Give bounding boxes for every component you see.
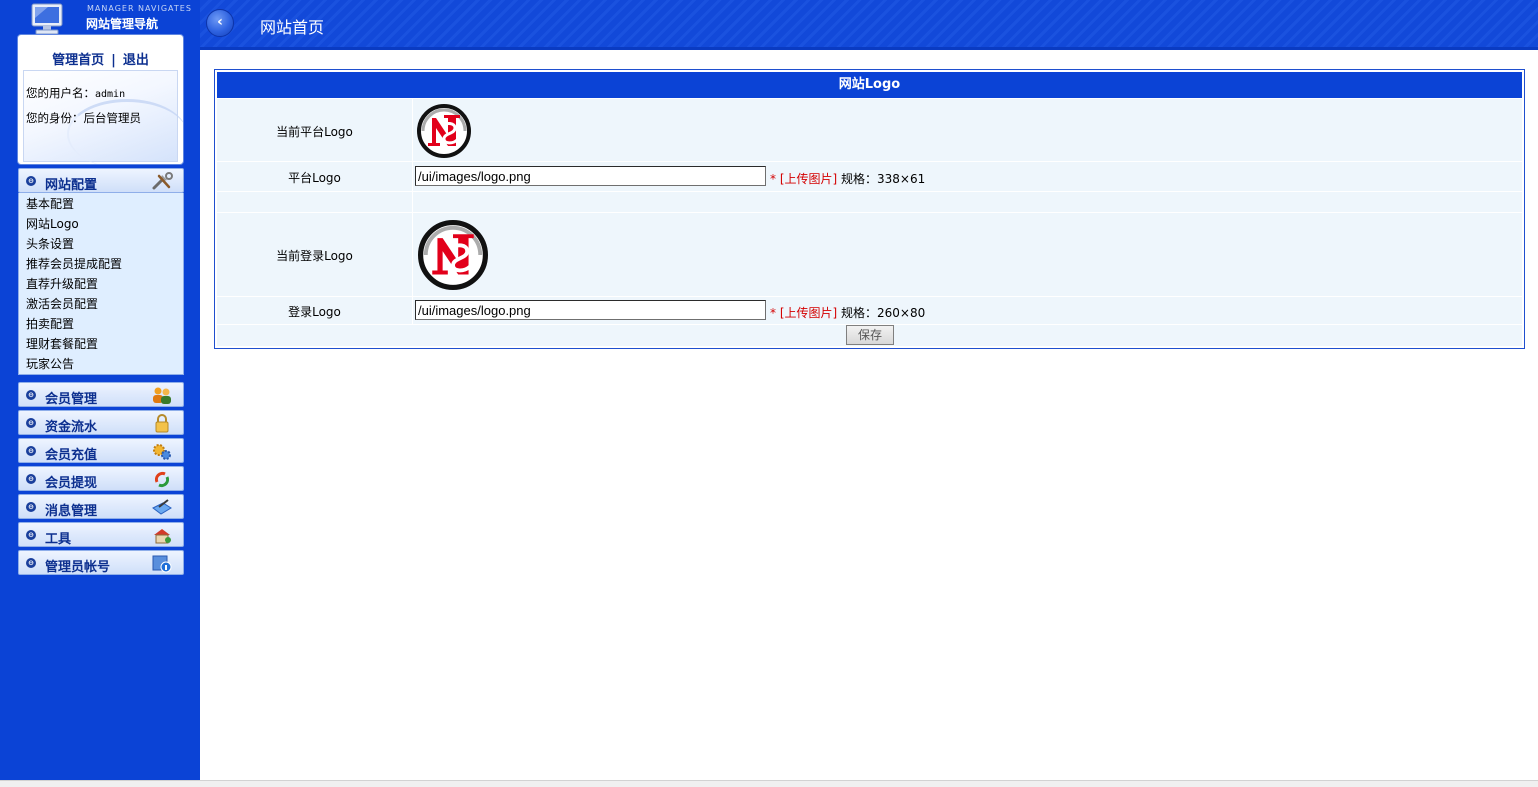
menu-group-tools[interactable]: ⊖ 工具 [18,522,184,547]
expand-bullet-icon: ⊖ [26,530,36,540]
column-divider [412,213,413,296]
save-button[interactable]: 保存 [846,325,894,345]
column-divider [412,162,413,191]
login-logo-upload-area: * [上传图片] 规格：260×80 [770,304,925,321]
menu-group-admin-accounts[interactable]: ⊖ 管理员帐号 [18,550,184,575]
platform-logo-label: 平台Logo [288,171,341,185]
menu-group-label: 管理员帐号 [45,560,111,575]
back-button[interactable]: ‹ [206,9,234,37]
admin-info-icon [152,555,172,573]
panel-title: 网站Logo [217,72,1522,98]
menu-group-label: 资金流水 [45,420,98,435]
logo-settings-panel: 网站Logo 当前平台Logo 平台Logo * [上传图片] 规格：338×6… [214,69,1525,349]
menu-group-fund-flow[interactable]: ⊖ 资金流水 [18,410,184,435]
menu-group-label: 会员提现 [45,476,98,491]
current-login-logo-label: 当前登录Logo [276,249,353,263]
platform-logo-path-input[interactable] [415,166,766,186]
brand-header: MANAGER NAVIGATES 网站管理导航 [0,0,200,36]
menu-group-label: 网站配置 [45,178,98,193]
menu-group-label: 会员充值 [45,448,98,463]
username-value: admin [95,89,126,100]
username-label: 您的用户名： [26,86,95,100]
submenu-item-site-logo[interactable]: 网站Logo [26,215,79,232]
row-login-logo: 登录Logo * [上传图片] 规格：260×80 [217,296,1522,324]
login-logo-path-input[interactable] [415,300,766,320]
expand-bullet-icon: ⊖ [26,390,36,400]
login-logo-image [418,220,488,290]
row-current-login-logo: 当前登录Logo [217,212,1522,296]
refresh-icon [154,471,170,488]
required-star: * [770,306,776,320]
menu-group-label: 会员管理 [45,392,98,407]
row-platform-logo: 平台Logo * [上传图片] 规格：338×61 [217,161,1522,191]
menu-group-label: 工具 [45,532,72,547]
menu-group-label: 消息管理 [45,504,98,519]
menu-group-message-management[interactable]: ⊖ 消息管理 [18,494,184,519]
platform-logo-spec: 规格：338×61 [837,172,926,186]
gears-icon [153,444,171,460]
login-logo-label: 登录Logo [288,305,341,319]
computer-icon [31,3,63,35]
sidebar: MANAGER NAVIGATES 网站管理导航 管理首页 | 退出 您的用户名：a… [0,0,200,780]
admin-home-link[interactable]: 管理首页 [52,53,104,68]
users-icon [153,387,171,404]
brand-subtitle: MANAGER NAVIGATES [87,4,192,13]
submenu-item-finance-package[interactable]: 理财套餐配置 [26,335,98,352]
toolbox-icon [154,529,171,544]
message-icon [152,499,172,515]
submenu-item-player-notice[interactable]: 玩家公告 [26,355,74,372]
decorative-swoosh [67,99,183,164]
link-separator: | [111,53,116,68]
expand-bullet-icon: ⊖ [26,558,36,568]
expand-bullet-icon: ⊖ [26,418,36,428]
submenu-item-referral-commission[interactable]: 推荐会员提成配置 [26,255,122,272]
top-header: ‹ 网站首页 [200,0,1538,50]
expand-bullet-icon: ⊖ [26,176,36,186]
status-bar [0,780,1538,787]
brand-title: 网站管理导航 [86,17,159,31]
user-links: 管理首页 | 退出 [18,49,183,68]
user-info-box: 您的用户名：admin 您的身份：后台管理员 [23,70,183,164]
column-divider [412,99,413,161]
column-divider [412,192,413,212]
column-divider [412,297,413,324]
expand-bullet-icon: ⊖ [26,446,36,456]
current-platform-logo-label: 当前平台Logo [276,125,353,139]
submenu-item-direct-upgrade[interactable]: 直荐升级配置 [26,275,98,292]
row-current-platform-logo: 当前平台Logo [217,98,1522,161]
menu-group-site-config[interactable]: ⊖ 网站配置 [18,168,184,193]
username-row: 您的用户名：admin [26,85,125,101]
role-value: 后台管理员 [83,111,142,125]
submenu-item-headline-settings[interactable]: 头条设置 [26,235,74,252]
platform-logo-image [417,104,471,158]
login-logo-spec: 规格：260×80 [837,306,926,320]
submenu-item-basic-config[interactable]: 基本配置 [26,195,74,212]
submenu-item-auction-config[interactable]: 拍卖配置 [26,315,74,332]
platform-logo-upload-link[interactable]: [上传图片] [780,172,837,186]
expand-bullet-icon: ⊖ [26,474,36,484]
page-title: 网站首页 [260,18,325,37]
site-config-submenu: 基本配置 网站Logo 头条设置 推荐会员提成配置 直荐升级配置 激活会员配置 … [18,193,184,375]
menu-group-member-withdraw[interactable]: ⊖ 会员提现 [18,466,184,491]
user-panel: 管理首页 | 退出 您的用户名：admin 您的身份：后台管理员 [17,34,184,165]
back-arrow-icon: ‹ [217,14,223,30]
logout-link[interactable]: 退出 [123,53,149,68]
expand-bullet-icon: ⊖ [26,502,36,512]
menu-group-member-recharge[interactable]: ⊖ 会员充值 [18,438,184,463]
lock-icon [155,414,169,433]
required-star: * [770,172,776,186]
role-row: 您的身份：后台管理员 [26,110,141,126]
row-spacer [217,191,1522,212]
platform-logo-upload-area: * [上传图片] 规格：338×61 [770,170,925,187]
tools-icon [152,172,173,190]
menu-group-member-management[interactable]: ⊖ 会员管理 [18,382,184,407]
submenu-item-activate-member[interactable]: 激活会员配置 [26,295,98,312]
role-label: 您的身份： [26,111,84,125]
login-logo-upload-link[interactable]: [上传图片] [780,306,837,320]
